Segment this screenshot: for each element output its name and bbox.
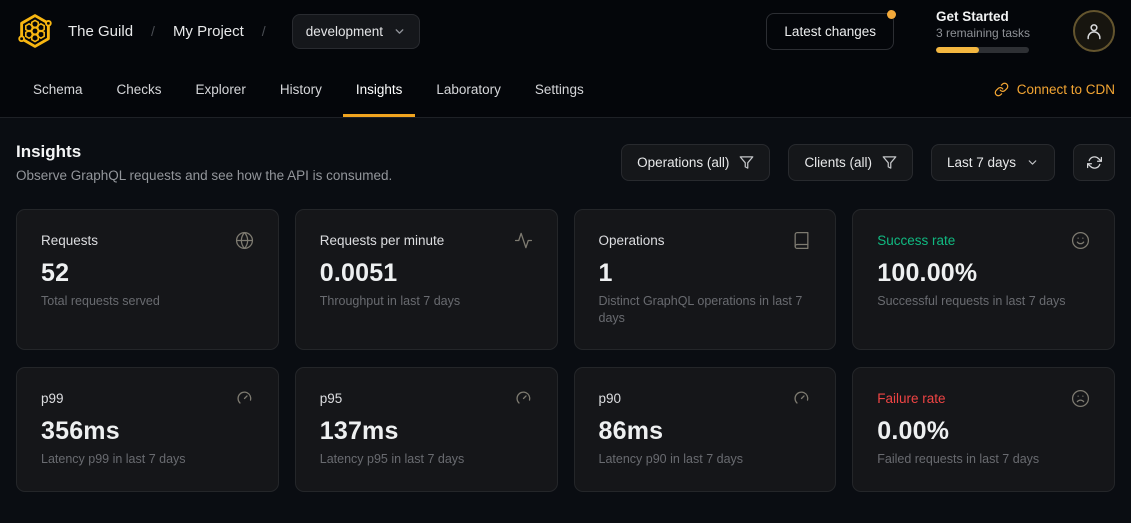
connect-to-cdn-label: Connect to CDN — [1017, 82, 1115, 97]
stat-card-p90: p90 86ms Latency p90 in last 7 days — [574, 367, 837, 492]
tab-history[interactable]: History — [267, 62, 335, 117]
clients-filter-button[interactable]: Clients (all) — [788, 144, 913, 181]
card-description: Latency p99 in last 7 days — [41, 451, 254, 468]
operations-filter-label: Operations (all) — [637, 155, 729, 170]
breadcrumb-project[interactable]: My Project — [173, 23, 244, 40]
tab-list: Schema Checks Explorer History Insights … — [20, 62, 597, 117]
tab-laboratory[interactable]: Laboratory — [423, 62, 514, 117]
card-description: Failed requests in last 7 days — [877, 451, 1090, 468]
tab-settings[interactable]: Settings — [522, 62, 597, 117]
refresh-icon — [1087, 155, 1102, 170]
card-description: Throughput in last 7 days — [320, 293, 533, 310]
stat-card-requests-per-minute: Requests per minute 0.0051 Throughput in… — [295, 209, 558, 350]
filter-funnel-icon — [739, 155, 754, 170]
breadcrumb-separator: / — [262, 23, 266, 39]
stat-card-failure-rate: Failure rate 0.00% Failed requests in la… — [852, 367, 1115, 492]
get-started-widget[interactable]: Get Started 3 remaining tasks — [936, 9, 1031, 53]
card-value: 100.00% — [877, 259, 1090, 288]
gauge-icon — [514, 389, 533, 408]
card-title: Success rate — [877, 233, 955, 248]
notification-dot — [887, 10, 896, 19]
tab-checks[interactable]: Checks — [104, 62, 175, 117]
breadcrumb-org[interactable]: The Guild — [68, 23, 133, 40]
page-title: Insights — [16, 142, 392, 162]
card-description: Distinct GraphQL operations in last 7 da… — [599, 293, 812, 327]
activity-icon — [514, 231, 533, 250]
stat-card-success-rate: Success rate 100.00% Successful requests… — [852, 209, 1115, 350]
card-description: Latency p95 in last 7 days — [320, 451, 533, 468]
card-title: Requests — [41, 233, 98, 248]
tab-schema[interactable]: Schema — [20, 62, 96, 117]
get-started-progressbar — [936, 47, 1029, 53]
stats-card-grid: Requests 52 Total requests served Reques… — [16, 209, 1115, 492]
card-value: 1 — [599, 259, 812, 288]
gauge-icon — [792, 389, 811, 408]
tab-insights[interactable]: Insights — [343, 62, 416, 117]
card-title: Operations — [599, 233, 665, 248]
top-header: The Guild / My Project / development Lat… — [0, 0, 1131, 62]
environment-select-value: development — [306, 24, 383, 39]
filter-toolbar: Operations (all) Clients (all) Last 7 da… — [621, 144, 1115, 181]
globe-icon — [235, 231, 254, 250]
date-range-select[interactable]: Last 7 days — [931, 144, 1055, 181]
card-value: 0.0051 — [320, 259, 533, 288]
hive-logo-icon[interactable] — [16, 12, 54, 50]
card-title: p90 — [599, 391, 622, 406]
card-value: 137ms — [320, 417, 533, 446]
chevron-down-icon — [393, 25, 406, 38]
refresh-button[interactable] — [1073, 144, 1115, 181]
chevron-down-icon — [1026, 156, 1039, 169]
target-nav: Schema Checks Explorer History Insights … — [0, 62, 1131, 118]
clients-filter-label: Clients (all) — [804, 155, 872, 170]
latest-changes-label: Latest changes — [784, 24, 876, 39]
stat-card-p95: p95 137ms Latency p95 in last 7 days — [295, 367, 558, 492]
card-value: 52 — [41, 259, 254, 288]
card-description: Latency p90 in last 7 days — [599, 451, 812, 468]
card-title: Failure rate — [877, 391, 945, 406]
stat-card-requests: Requests 52 Total requests served — [16, 209, 279, 350]
card-description: Total requests served — [41, 293, 254, 310]
frown-icon — [1071, 389, 1090, 408]
date-range-label: Last 7 days — [947, 155, 1016, 170]
card-value: 356ms — [41, 417, 254, 446]
tab-explorer[interactable]: Explorer — [183, 62, 259, 117]
page-subtitle: Observe GraphQL requests and see how the… — [16, 168, 392, 183]
card-title: Requests per minute — [320, 233, 445, 248]
card-value: 86ms — [599, 417, 812, 446]
get-started-progress-fill — [936, 47, 979, 53]
card-description: Successful requests in last 7 days — [877, 293, 1090, 310]
smile-icon — [1071, 231, 1090, 250]
filter-funnel-icon — [882, 155, 897, 170]
card-title: p99 — [41, 391, 64, 406]
latest-changes-button[interactable]: Latest changes — [766, 13, 894, 50]
card-title: p95 — [320, 391, 343, 406]
get-started-subtitle: 3 remaining tasks — [936, 26, 1031, 40]
operations-filter-button[interactable]: Operations (all) — [621, 144, 770, 181]
person-icon — [1084, 21, 1104, 41]
environment-select[interactable]: development — [292, 14, 420, 49]
stat-card-operations: Operations 1 Distinct GraphQL operations… — [574, 209, 837, 350]
get-started-title: Get Started — [936, 9, 1031, 24]
insights-page: Insights Observe GraphQL requests and se… — [0, 118, 1131, 492]
book-icon — [792, 231, 811, 250]
link-icon — [994, 82, 1009, 97]
card-value: 0.00% — [877, 417, 1090, 446]
gauge-icon — [235, 389, 254, 408]
breadcrumb-separator: / — [151, 23, 155, 39]
connect-to-cdn-button[interactable]: Connect to CDN — [994, 62, 1115, 117]
stat-card-p99: p99 356ms Latency p99 in last 7 days — [16, 367, 279, 492]
user-avatar[interactable] — [1073, 10, 1115, 52]
